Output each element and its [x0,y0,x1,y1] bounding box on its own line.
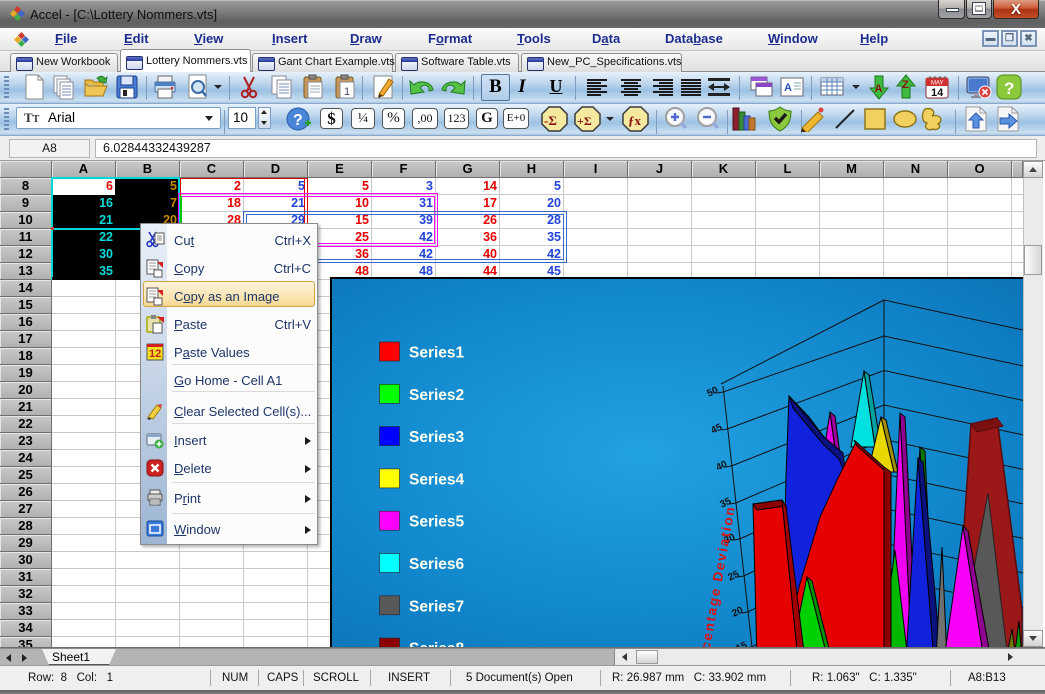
svg-text:A: A [875,83,883,95]
svg-text:ƒx: ƒx [628,113,642,128]
svg-text:12: 12 [149,348,161,360]
svg-text:Series3: Series3 [409,429,465,446]
svg-text:Series5: Series5 [409,514,465,531]
svg-text:Series8: Series8 [409,641,465,647]
svg-text:-Σ: -Σ [544,113,557,128]
svg-text:Series7: Series7 [409,598,464,615]
svg-text:+Σ: +Σ [577,114,592,128]
svg-text:Series4: Series4 [409,471,465,488]
svg-text:Series6: Series6 [409,556,465,573]
svg-text:?: ? [293,112,303,129]
svg-text:MAY: MAY [931,81,944,87]
svg-text:?: ? [1004,79,1014,98]
svg-text:Z: Z [902,79,909,91]
svg-text:Series2: Series2 [409,387,464,404]
svg-text:A: A [784,82,792,94]
svg-text:14: 14 [931,87,944,99]
svg-text:1: 1 [344,86,350,98]
svg-text:Series1: Series1 [409,345,465,362]
